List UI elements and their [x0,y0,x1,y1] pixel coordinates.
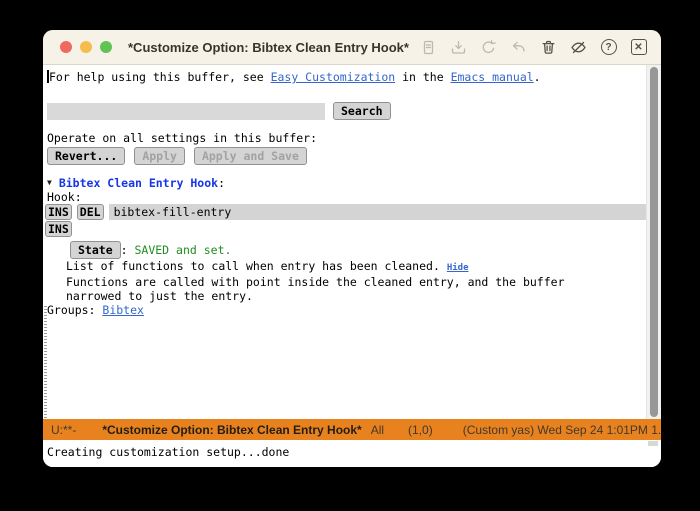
state-row: State: SAVED and set. [43,240,645,259]
echo-message: Creating customization setup...done [47,445,290,459]
del-button[interactable]: DEL [76,203,104,220]
window-title: *Customize Option: Bibtex Clean Entry Ho… [128,39,409,55]
intro-line: For help using this buffer, see Easy Cus… [43,70,645,84]
minimize-window-button[interactable] [80,41,92,53]
zoom-window-button[interactable] [100,41,112,53]
hook-label: Hook: [47,190,82,204]
save-icon[interactable] [450,39,467,56]
ins-button-2[interactable]: INS [45,220,72,237]
scrollbar-thumb[interactable] [650,67,658,417]
modeline-size: All [370,422,385,437]
doc-line-2: Functions are called with point inside t… [66,275,565,289]
echo-area: Creating customization setup...done [43,440,661,467]
modeline-modes-and-time: (Custom yas) Wed Sep 24 1:01PM 1.42 [16:… [462,422,661,437]
apply-and-save-button[interactable]: Apply and Save [193,147,307,165]
delete-icon[interactable] [540,39,557,56]
hook-add-row: INS [45,220,645,237]
emacs-manual-link[interactable]: Emacs manual [451,70,534,84]
search-row: Search [47,101,645,121]
modeline-buffer-name: *Customize Option: Bibtex Clean Entry Ho… [102,422,362,437]
hook-value-field[interactable]: bibtex-fill-entry [108,203,647,220]
ins-button[interactable]: INS [45,203,72,220]
option-heading: ▼ Bibtex Clean Entry Hook: [43,175,645,190]
intro-end-text: . [533,70,541,84]
echo-scrollbar-corner [648,441,658,446]
hide-link[interactable]: Hide [447,263,469,273]
copy-icon[interactable] [420,39,437,56]
easy-customization-link[interactable]: Easy Customization [271,70,396,84]
modeline-position: (1,0) [408,422,433,437]
scrollbar[interactable] [646,65,661,419]
modeline-flags: U:**- [51,422,77,437]
groups-bibtex-link[interactable]: Bibtex [102,303,144,317]
mode-line: U:**- *Customize Option: Bibtex Clean En… [43,419,661,440]
hide-icon[interactable] [570,39,587,56]
hook-entry-row: INS DEL bibtex-fill-entry [45,203,647,220]
search-input[interactable] [47,102,325,120]
intro-text: For help using this buffer, see [49,70,271,84]
apply-button[interactable]: Apply [134,147,185,165]
groups-label: Groups: [47,303,103,317]
intro-mid-text: in the [395,70,451,84]
close-icon[interactable]: ✕ [630,39,647,56]
doc-text-1: List of functions to call when entry has… [66,259,447,273]
operate-buttons: Revert... Apply Apply and Save [47,145,645,167]
search-button[interactable]: Search [333,102,391,120]
customize-buffer: For help using this buffer, see Easy Cus… [43,65,661,419]
traffic-lights [60,41,112,53]
disclosure-triangle-icon[interactable]: ▼ [47,176,52,190]
title-bar: *Customize Option: Bibtex Clean Entry Ho… [43,30,661,65]
doc-line-1: List of functions to call when entry has… [43,259,645,275]
revert-button[interactable]: Revert... [47,147,126,165]
state-value: SAVED and set. [134,242,232,257]
toolbar: ? ✕ [420,39,647,56]
option-name[interactable]: Bibtex Clean Entry Hook [59,176,218,190]
close-window-button[interactable] [60,41,72,53]
emacs-window: *Customize Option: Bibtex Clean Entry Ho… [43,30,661,467]
undo-icon[interactable] [510,39,527,56]
help-icon[interactable]: ? [600,39,617,56]
empty-lines-fringe-indicator [44,306,47,418]
option-suffix: : [218,175,226,190]
operate-label: Operate on all settings in this buffer: [47,131,318,145]
groups-line: Groups: Bibtex [43,303,645,317]
state-button[interactable]: State [70,240,121,259]
doc-line-3: narrowed to just the entry. [66,289,253,303]
state-separator: : [120,242,135,257]
redo-icon[interactable] [480,39,497,56]
